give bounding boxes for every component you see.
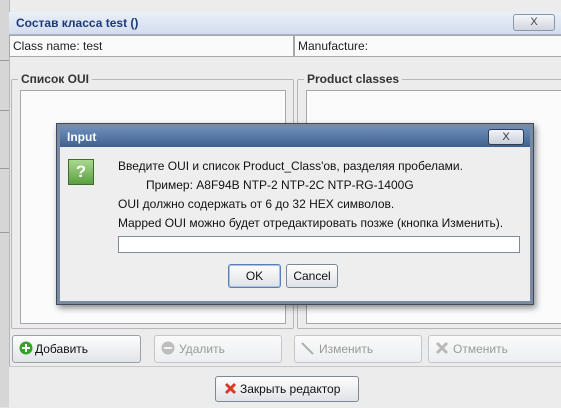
close-editor-label: Закрыть редактор (240, 382, 341, 396)
close-icon: X (530, 16, 538, 28)
question-icon: ? (68, 159, 94, 185)
cancel-edit-button[interactable]: Отменить (428, 335, 561, 363)
dialog-message-line: Пример: A8F94B NTP-2 NTP-2C NTP-RG-1400G (146, 178, 414, 192)
ok-button[interactable]: OK (228, 264, 281, 288)
add-button[interactable]: Добавить (12, 335, 141, 363)
editor-window: Состав класса test () X Class name: test… (0, 0, 561, 408)
dialog-message-line: Mapped OUI можно будет отредактировать п… (118, 216, 504, 230)
edge-line (0, 232, 9, 233)
edit-button[interactable]: Изменить (294, 335, 422, 363)
pencil-line-icon (301, 342, 314, 355)
dialog-title: Input (67, 130, 97, 144)
close-icon: X (502, 131, 510, 143)
delete-button-label: Удалить (179, 342, 225, 356)
delete-button[interactable]: Удалить (154, 335, 282, 363)
edge-line (0, 110, 9, 111)
window-close-button[interactable]: X (513, 14, 555, 31)
minus-circle-icon (161, 341, 175, 355)
edit-button-label: Изменить (319, 342, 374, 356)
close-editor-button[interactable]: Закрыть редактор (215, 376, 359, 402)
product-classes-legend: Product classes (304, 72, 403, 86)
add-button-label: Добавить (35, 342, 89, 356)
window-title: Состав класса test () (16, 16, 139, 30)
footer-bar: Закрыть редактор (9, 366, 561, 408)
plus-circle-icon (19, 341, 33, 355)
oui-list-legend: Список OUI (18, 72, 92, 86)
manufacture-field: Manufacture: (294, 35, 561, 57)
edge-line (0, 168, 9, 169)
manufacture-label: Manufacture: (298, 39, 369, 53)
dialog-message-line: OUI должно содержать от 6 до 32 HEX симв… (118, 197, 395, 211)
cancel-edit-button-label: Отменить (453, 342, 508, 356)
cancel-button[interactable]: Cancel (286, 264, 338, 288)
oui-input-field[interactable] (118, 236, 520, 253)
dialog-close-button[interactable]: X (488, 129, 524, 145)
dialog-titlebar[interactable]: Input X (60, 127, 530, 147)
input-dialog: Input X ? Введите OUI и список Product_C… (56, 123, 534, 305)
x-icon (435, 341, 449, 355)
dialog-message-line: Введите OUI и список Product_Class'ов, р… (118, 159, 463, 173)
toolbar: Добавить Удалить Изменить Отменить (9, 331, 561, 363)
red-x-icon (224, 382, 237, 395)
class-name-field: Class name: test (9, 35, 294, 57)
class-name-label: Class name: test (13, 39, 103, 53)
window-titlebar[interactable]: Состав класса test () X (9, 12, 561, 35)
dialog-body: ? Введите OUI и список Product_Class'ов,… (60, 147, 530, 301)
edge-line (0, 60, 9, 61)
